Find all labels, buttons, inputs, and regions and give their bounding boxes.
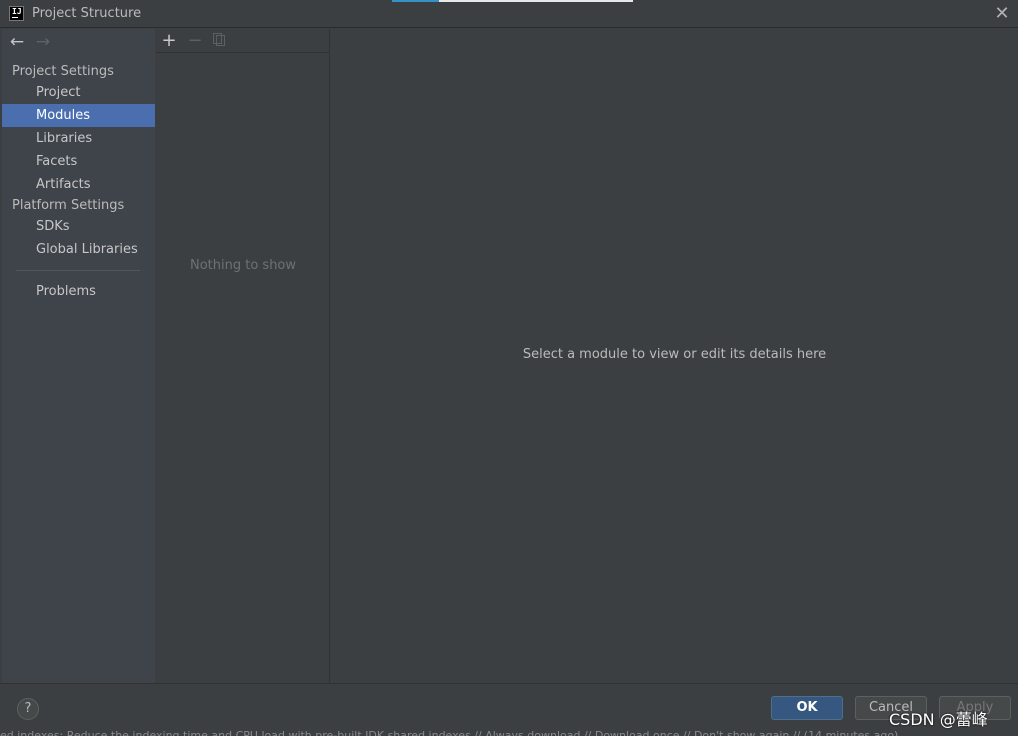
section-header-project-settings: Project Settings bbox=[12, 64, 114, 79]
arrow-left-icon[interactable]: ← bbox=[7, 32, 27, 52]
window-title: Project Structure bbox=[32, 6, 142, 21]
arrow-right-icon[interactable]: → bbox=[33, 32, 53, 52]
sidebar-item-problems[interactable]: Problems bbox=[2, 280, 155, 303]
background-tab-accent bbox=[392, 0, 439, 2]
sidebar-item-sdks[interactable]: SDKs bbox=[2, 215, 155, 238]
sidebar-divider bbox=[16, 270, 140, 271]
ide-status-bar-text: ed indexes: Reduce the indexing time and… bbox=[0, 729, 899, 736]
sidebar-item-facets[interactable]: Facets bbox=[2, 150, 155, 173]
modules-toolbar: + − bbox=[156, 29, 330, 53]
sidebar-item-global-libraries[interactable]: Global Libraries bbox=[2, 238, 155, 261]
modules-list-panel: + − Nothing to show bbox=[156, 29, 330, 683]
plus-icon[interactable]: + bbox=[159, 31, 179, 51]
module-details-panel: Select a module to view or edit its deta… bbox=[331, 29, 1018, 683]
apply-button[interactable]: Apply bbox=[939, 696, 1011, 720]
section-header-platform-settings: Platform Settings bbox=[12, 198, 125, 213]
sidebar-item-modules[interactable]: Modules bbox=[2, 104, 155, 127]
dialog-button-bar: ? OK Cancel Apply CSDN @蕾峰 ed indexes: R… bbox=[0, 683, 1018, 736]
cancel-button[interactable]: Cancel bbox=[855, 696, 927, 720]
sidebar-item-project[interactable]: Project bbox=[2, 81, 155, 104]
sidebar-item-artifacts[interactable]: Artifacts bbox=[2, 173, 155, 196]
close-icon[interactable]: ✕ bbox=[992, 4, 1012, 24]
help-icon[interactable]: ? bbox=[17, 698, 39, 720]
ok-button[interactable]: OK bbox=[771, 696, 843, 720]
intellij-app-icon: IJ bbox=[9, 6, 24, 21]
minus-icon[interactable]: − bbox=[185, 31, 205, 51]
copy-icon[interactable] bbox=[211, 31, 231, 51]
sidebar-nav-toolbar: ← → bbox=[2, 29, 155, 55]
sidebar-item-libraries[interactable]: Libraries bbox=[2, 127, 155, 150]
settings-sidebar: ← → Project Settings Project Modules Lib… bbox=[2, 29, 155, 683]
background-tab-highlight bbox=[439, 0, 633, 2]
modules-empty-text: Nothing to show bbox=[189, 258, 297, 273]
title-bar: IJ Project Structure ✕ bbox=[0, 0, 1018, 28]
module-details-hint: Select a module to view or edit its deta… bbox=[522, 347, 827, 362]
